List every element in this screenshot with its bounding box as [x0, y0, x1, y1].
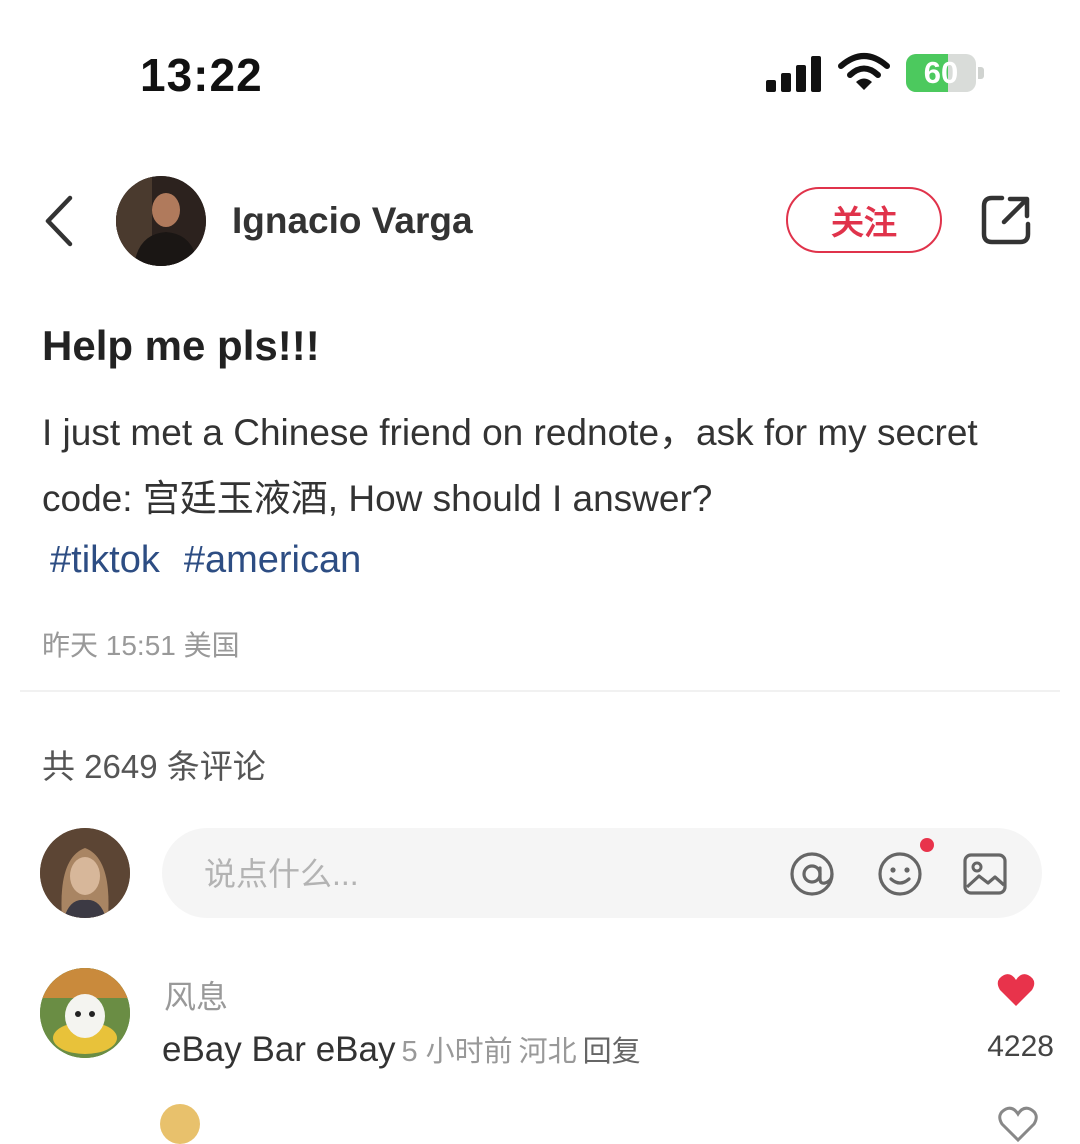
comment-input[interactable] — [202, 850, 766, 898]
image-icon[interactable] — [962, 852, 1008, 896]
comment-location: 河北 — [518, 1036, 577, 1068]
author-name[interactable]: Ignacio Varga — [232, 200, 473, 242]
comment-body: eBay Bar eBay — [162, 1030, 396, 1069]
note-title: Help me pls!!! — [42, 322, 320, 369]
tag-american[interactable]: #american — [184, 539, 361, 581]
comment-avatar[interactable] — [160, 1104, 200, 1144]
comment-time: 5 小时前 — [401, 1036, 513, 1068]
battery-indicator: 60 — [906, 54, 986, 92]
back-icon[interactable] — [40, 192, 80, 250]
tag-tiktok[interactable]: #tiktok — [50, 539, 160, 581]
emoji-icon[interactable] — [876, 850, 924, 898]
my-avatar — [40, 828, 130, 918]
cellular-signal-icon — [766, 56, 821, 92]
notification-dot — [920, 838, 934, 852]
heart-icon[interactable] — [998, 1106, 1038, 1142]
reply-button[interactable]: 回复 — [583, 1036, 641, 1068]
author-avatar[interactable] — [116, 176, 206, 266]
note-body: I just met a Chinese friend on rednote，a… — [42, 412, 978, 519]
follow-button[interactable]: 关注 — [786, 187, 942, 253]
heart-icon[interactable] — [996, 972, 1036, 1008]
comment-text: eBay Bar eBay 5 小时前 河北 回复 — [162, 1028, 641, 1070]
comment-count: 共 2649 条评论 — [42, 748, 266, 785]
share-icon[interactable] — [978, 192, 1034, 248]
battery-level: 60 — [923, 55, 959, 90]
comment-avatar[interactable] — [40, 968, 130, 1058]
note-meta: 昨天 15:51 美国 — [42, 630, 240, 661]
comment-author[interactable]: 风息 — [164, 972, 228, 1018]
like-count: 4228 — [987, 1030, 1054, 1063]
at-icon[interactable] — [788, 850, 836, 898]
wifi-icon — [838, 53, 890, 90]
divider — [20, 690, 1060, 692]
status-time: 13:22 — [140, 49, 263, 101]
note-tags: #tiktok #american — [50, 532, 385, 588]
